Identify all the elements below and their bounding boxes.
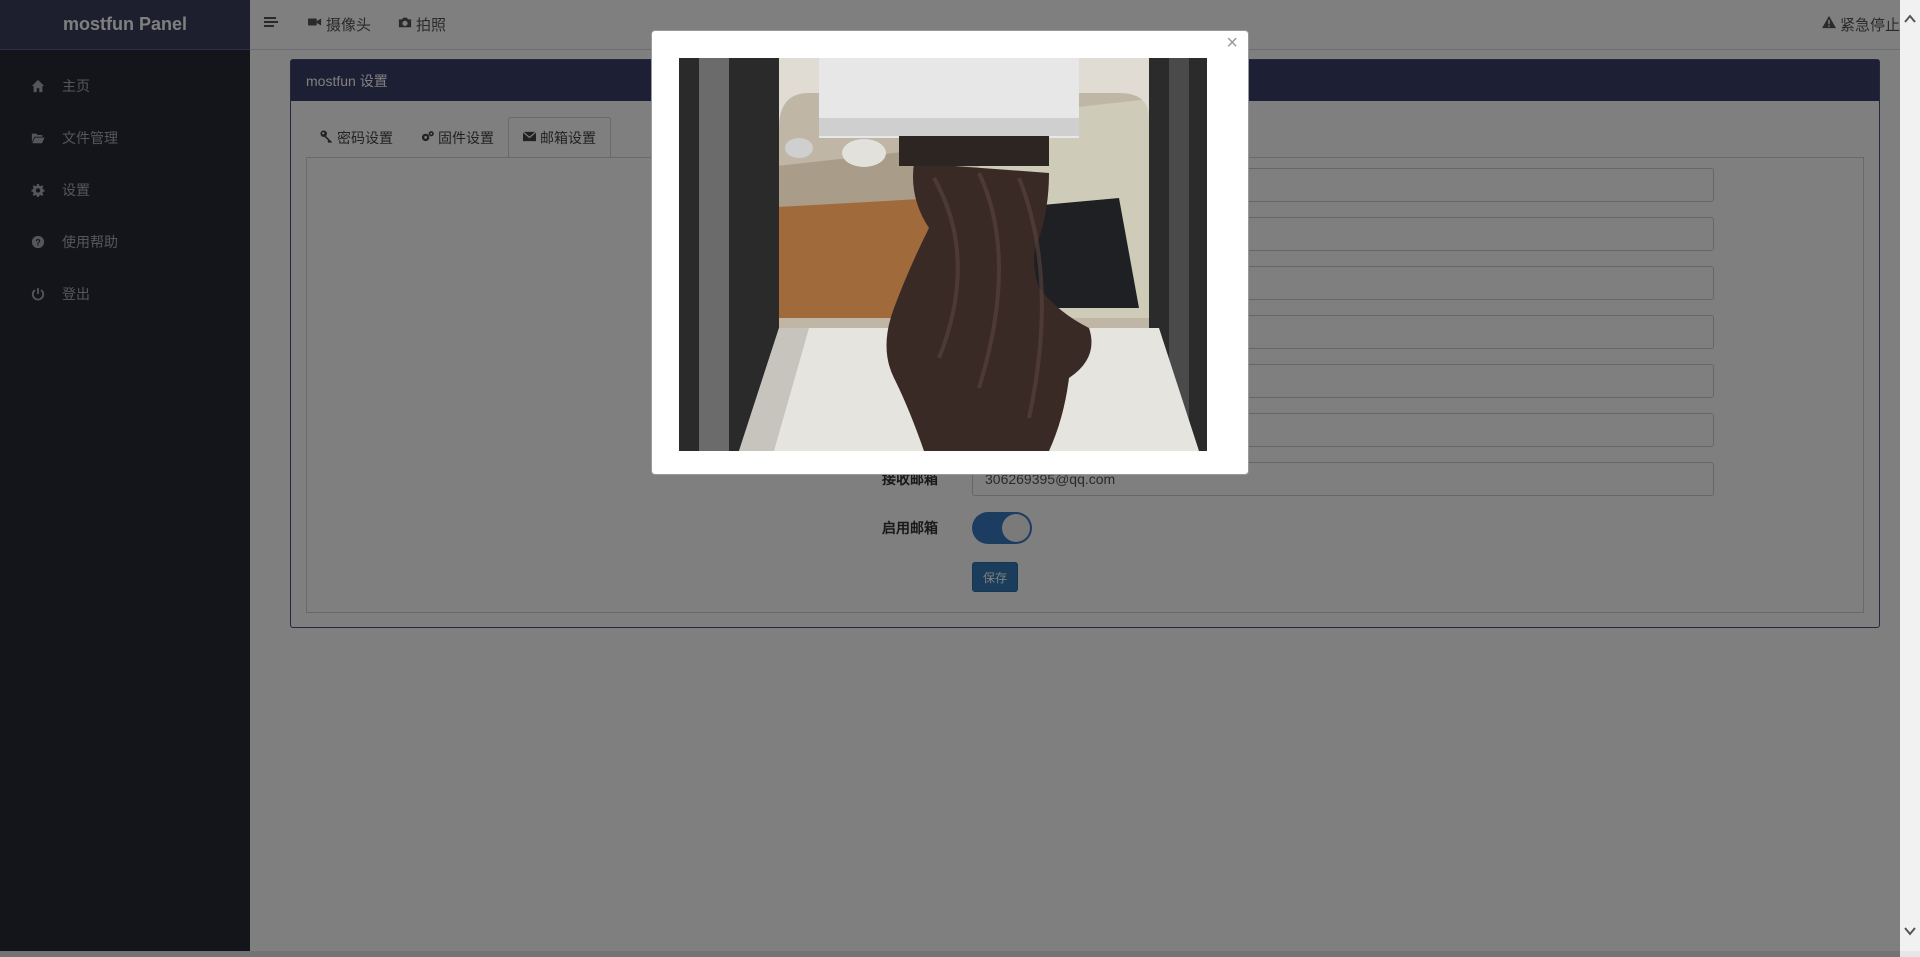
scroll-down-icon[interactable]	[1903, 924, 1917, 938]
camera-snapshot-image	[679, 58, 1207, 451]
close-icon[interactable]: ×	[1226, 31, 1238, 55]
modal-backdrop[interactable]: ×	[0, 0, 1900, 957]
camera-snapshot-modal: ×	[651, 30, 1249, 475]
scroll-up-icon[interactable]	[1903, 12, 1917, 26]
camera-image-illustration	[679, 58, 1207, 451]
page-scrollbar[interactable]	[1900, 0, 1920, 957]
